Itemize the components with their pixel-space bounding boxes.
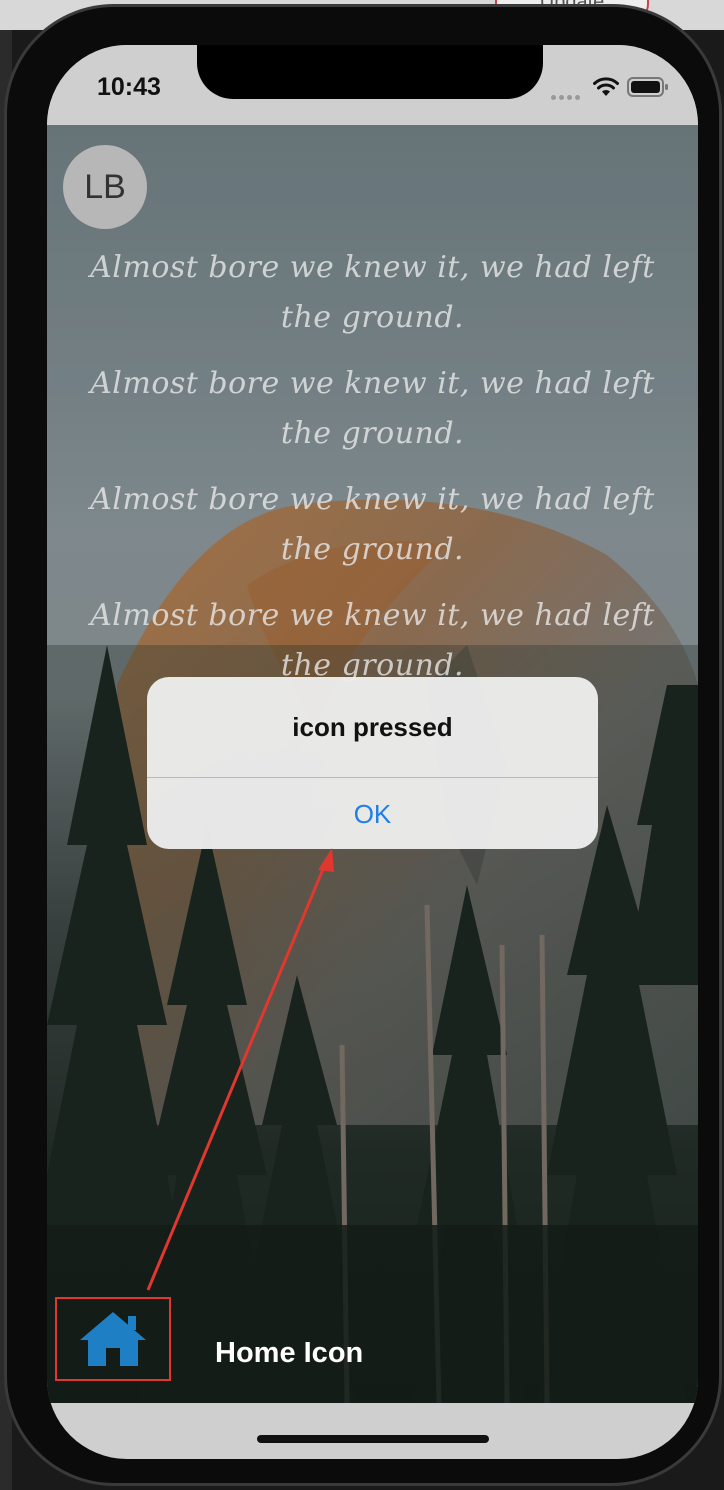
wifi-icon (593, 77, 619, 96)
status-bar: 10:43 (47, 45, 698, 125)
home-indicator (257, 1435, 489, 1443)
signal-icon (551, 87, 585, 100)
phone-screen: 10:43 LB Almost bore we knew it, we had … (47, 45, 698, 1459)
quote-text: Almost bore we knew it, we had left the … (90, 598, 655, 683)
quote-text: Almost bore we knew it, we had left the … (90, 250, 655, 335)
status-time: 10:43 (97, 73, 161, 101)
quote-list: Almost bore we knew it, we had left the … (77, 243, 668, 707)
alert-dialog: icon pressed OK (147, 677, 598, 849)
alert-ok-button[interactable]: OK (147, 778, 598, 849)
battery-icon (627, 77, 668, 97)
app-content: LB Almost bore we knew it, we had left t… (47, 125, 698, 1403)
home-icon (80, 1312, 146, 1366)
alert-title: icon pressed (292, 712, 453, 742)
notch (197, 45, 543, 99)
home-button[interactable] (55, 1297, 171, 1381)
quote-text: Almost bore we knew it, we had left the … (90, 482, 655, 567)
phone-frame: 10:43 LB Almost bore we knew it, we had … (4, 4, 722, 1486)
avatar[interactable]: LB (63, 145, 147, 229)
quote-text: Almost bore we knew it, we had left the … (90, 366, 655, 451)
home-label: Home Icon (215, 1337, 364, 1369)
